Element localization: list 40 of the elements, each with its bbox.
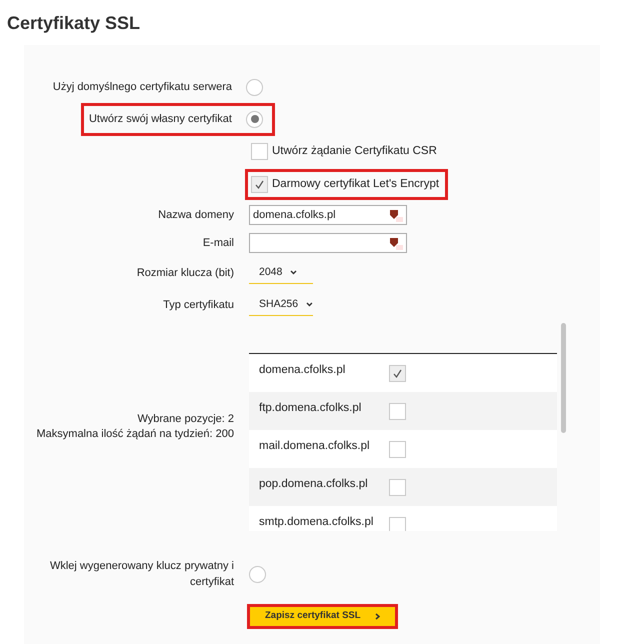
chevron-down-icon — [306, 302, 313, 307]
field-label: Rozmiar klucza (bit) — [136, 266, 234, 279]
chevron-down-icon — [290, 270, 298, 275]
shield-icon — [389, 208, 403, 222]
radio-button[interactable] — [249, 566, 266, 582]
chevron-right-icon — [374, 613, 380, 620]
input-field[interactable]: domena.cfolks.pl — [249, 205, 407, 225]
domain-name: pop.domena.cfolks.pl — [258, 477, 369, 492]
option-label: Darmowy certyfikat Let's Encrypt — [272, 176, 440, 192]
option-label: Utwórz swój własny certyfikat — [88, 112, 232, 127]
option-label: Użyj domyślnego certyfikatu serwera — [52, 80, 232, 95]
domain-name: mail.domena.cfolks.pl — [258, 439, 371, 454]
option-label: Wklej wygenerowany klucz prywatny i certyfikat — [50, 560, 234, 588]
shield-icon — [389, 236, 403, 250]
radio-button[interactable] — [246, 110, 263, 128]
checkmark-icon — [255, 180, 264, 189]
checkbox[interactable] — [389, 479, 406, 496]
scrollbar[interactable] — [561, 323, 566, 433]
checkbox[interactable] — [251, 143, 268, 160]
domain-name: smtp.domena.cfolks.pl — [258, 515, 374, 530]
checkbox[interactable] — [389, 365, 406, 382]
domain-name: ftp.domena.cfolks.pl — [258, 401, 362, 416]
field-label: Typ certyfikatu — [163, 298, 234, 311]
input-field[interactable] — [249, 233, 407, 253]
dropdown[interactable]: 2048 — [249, 262, 313, 284]
checkbox[interactable] — [389, 517, 406, 531]
field-label: Nazwa domeny — [158, 208, 234, 221]
dropdown[interactable]: SHA256 — [249, 294, 313, 316]
radio-button[interactable] — [246, 78, 263, 96]
checkmark-icon — [393, 369, 402, 378]
checkbox[interactable] — [389, 441, 406, 458]
domain-name: domena.cfolks.pl — [258, 363, 346, 378]
option-label: Utwórz żądanie Certyfikatu CSR — [272, 144, 437, 159]
checkbox[interactable] — [251, 176, 268, 193]
save-button[interactable]: Zapisz certyfikat SSL — [250, 607, 395, 626]
info-text: Wybrane pozycje: 2 — [136, 412, 234, 427]
info-text: Maksymalna ilość żądań na tydzień: 200 — [36, 427, 234, 442]
field-label: E-mail — [202, 236, 234, 249]
page-title: Certyfikaty SSL — [6, 12, 142, 35]
checkbox[interactable] — [389, 403, 406, 420]
